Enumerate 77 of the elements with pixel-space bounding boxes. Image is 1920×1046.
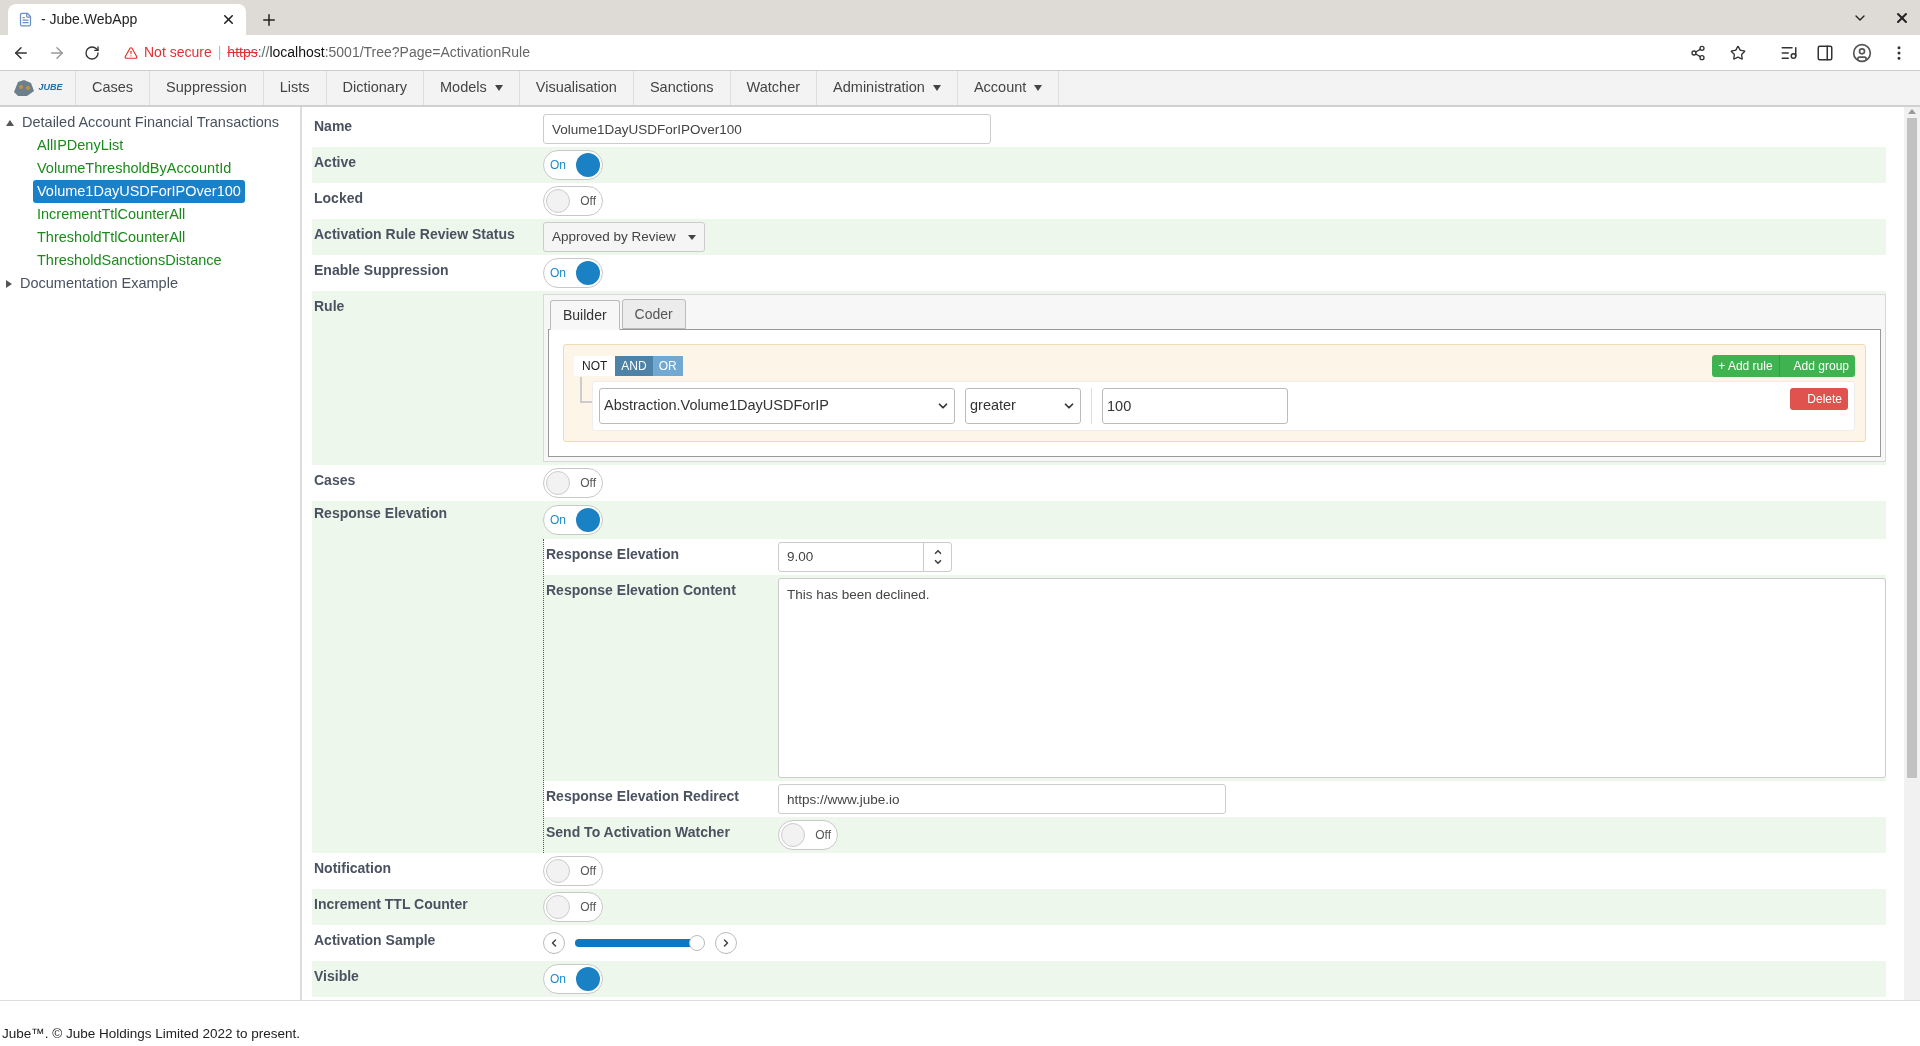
field-label: Active [314,153,357,170]
logo[interactable]: JUBE [0,71,76,105]
field-label: Increment TTL Counter [314,895,468,912]
toggle-switch[interactable]: On [543,258,603,288]
nav-menu-item[interactable]: Sanctions [633,71,731,105]
toggle-switch[interactable]: Off [543,468,603,498]
field-label: Send To Activation Watcher [546,823,730,840]
close-icon[interactable] [221,12,236,27]
caret-icon [1034,85,1043,91]
warning-icon [124,45,138,60]
conjunction-button[interactable]: AND [615,356,653,376]
nav-menu-item[interactable]: Administration [817,71,958,105]
page-icon [18,12,33,27]
bookmark-icon[interactable] [1730,44,1746,61]
field-label: Response Elevation Content [546,581,736,598]
nav-menu-item[interactable]: Cases [76,71,151,105]
field-label: Visible [314,967,359,984]
field-label: Activation Sample [314,931,436,948]
tree-item[interactable]: AllIPDenyList [33,133,128,158]
nav-menu-item[interactable]: Dictionary [326,71,424,105]
nav-menu-item[interactable]: Suppression [150,71,264,105]
collapsed-arrow-icon[interactable] [6,279,12,288]
footer-text: Jube™. © Jube Holdings Limited 2022 to present. [2,1024,301,1043]
field-label: Rule [314,297,345,314]
logo-icon [12,78,37,98]
tree-folder[interactable]: Detailed Account Financial Transactions [22,111,280,134]
text-field[interactable]: Volume1DayUSDForIPOver100 [543,114,991,144]
field-label: Response Elevation [546,545,680,562]
caret-icon [494,85,503,91]
toggle-switch[interactable]: Off [543,856,603,886]
reload-icon[interactable] [84,44,100,61]
browser-tab[interactable]: - Jube.WebApp [8,4,246,35]
expanded-arrow-icon[interactable] [6,119,14,126]
value-field[interactable]: 100 [1102,388,1288,424]
status-dropdown[interactable]: Approved by Review [543,222,705,252]
tree-item[interactable]: ThresholdSanctionsDistance [33,248,226,273]
nav-menu-item[interactable]: Watcher [730,71,818,105]
content-textarea[interactable]: This has been declined. [778,578,1886,778]
text-field[interactable]: https://www.jube.io [778,784,1226,814]
field-label: Cases [314,471,356,488]
toggle-switch[interactable]: Off [778,820,838,850]
tree-item[interactable]: ThresholdTtlCounterAll [33,225,190,250]
field-label: Enable Suppression [314,261,449,278]
nav-menu-item[interactable]: Lists [263,71,327,105]
nav-menu-item[interactable]: Models [424,71,520,105]
slider-thumb[interactable] [689,935,706,951]
field-dropdown[interactable]: Abstraction.Volume1DayUSDForIP [599,388,955,424]
editor-tab[interactable]: Coder [621,299,686,329]
caret-icon [687,234,696,240]
field-label: Response Elevation [314,504,448,521]
operator-dropdown[interactable]: greater [965,388,1081,424]
tree-item[interactable]: VolumeThresholdByAccountId [33,156,236,181]
close-window-icon[interactable] [1894,10,1910,26]
side-panel-icon[interactable] [1816,43,1834,62]
new-tab-icon[interactable] [260,11,278,29]
toggle-switch[interactable]: Off [543,186,603,216]
toggle-switch[interactable]: Off [543,892,603,922]
profile-icon[interactable] [1852,42,1872,63]
field-label: Response Elevation Redirect [546,787,739,804]
tree-item[interactable]: Volume1DayUSDForIPOver100 [33,179,245,204]
field-label: Notification [314,859,391,876]
toggle-switch[interactable]: On [543,505,603,535]
number-field[interactable]: 9.00 [778,542,952,572]
nav-menu-item[interactable]: Visualisation [519,71,634,105]
field-label: Locked [314,189,363,206]
toggle-switch[interactable]: On [543,150,603,180]
toggle-switch[interactable]: On [543,964,603,994]
delete-button[interactable]: Delete [1790,388,1848,410]
caret-icon [932,85,941,91]
share-icon[interactable] [1690,44,1706,61]
not-toggle[interactable]: NOT [574,356,616,376]
field-label: Activation Rule Review Status [314,225,515,242]
tree-item[interactable]: IncrementTtlCounterAll [33,202,190,227]
editor-tab[interactable]: Builder [550,300,620,330]
nav-menu-item[interactable]: Account [957,71,1060,105]
tree-folder[interactable]: Documentation Example [20,272,178,295]
field-label: Name [314,117,353,134]
